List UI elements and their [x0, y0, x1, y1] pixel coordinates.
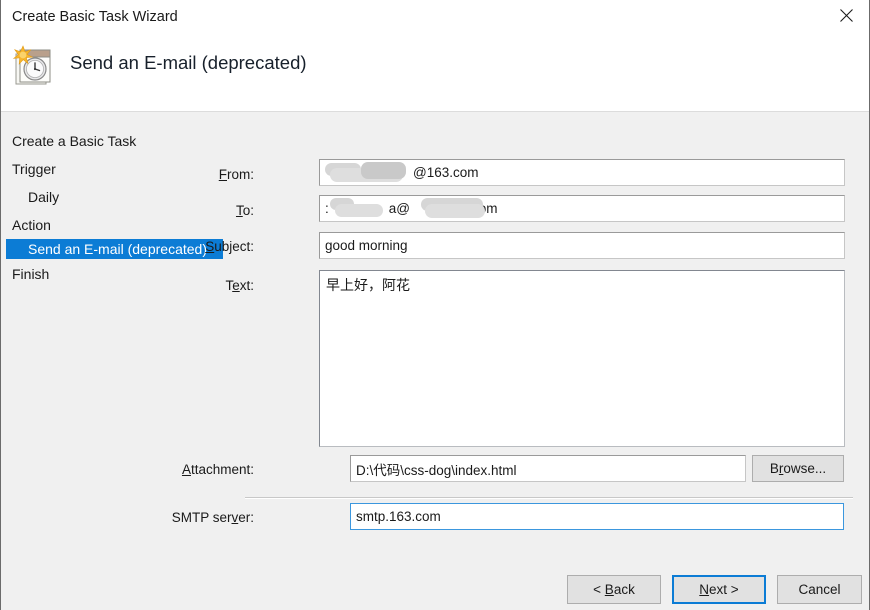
next-button[interactable]: Next >	[672, 575, 766, 604]
to-value-mid: a@	[388, 201, 410, 216]
section-divider	[245, 497, 853, 499]
sidebar-item-finish[interactable]: Finish	[6, 264, 49, 284]
subject-label: Subject:	[205, 239, 254, 254]
sidebar-item-trigger[interactable]: Trigger	[6, 159, 56, 179]
smtp-server-label: SMTP server:	[171, 510, 254, 525]
to-value-end: com	[471, 201, 498, 216]
next-button-label: Next >	[699, 582, 739, 597]
back-button-label: < Back	[593, 582, 635, 597]
create-basic-task-wizard-dialog: Create Basic Task Wizard Send an E-mail …	[0, 0, 870, 610]
task-scheduler-calendar-clock-icon	[10, 42, 58, 90]
title-bar: Create Basic Task Wizard	[1, 0, 869, 36]
sidebar-item-action[interactable]: Action	[6, 215, 51, 235]
back-button[interactable]: < Back	[567, 575, 661, 604]
page-title: Send an E-mail (deprecated)	[70, 52, 307, 73]
cancel-button[interactable]: Cancel	[777, 575, 862, 604]
smtp-server-value: smtp.163.com	[356, 509, 441, 524]
from-label: From:	[218, 167, 254, 182]
attachment-label: Attachment:	[181, 462, 254, 477]
sidebar-item-daily[interactable]: Daily	[6, 187, 59, 207]
sidebar-item-create-a-basic-task[interactable]: Create a Basic Task	[6, 131, 136, 151]
attachment-field[interactable]: D:\代码\css-dog\index.html	[350, 455, 746, 482]
to-label: To:	[235, 203, 254, 218]
from-value: @163.com	[413, 165, 479, 180]
to-field[interactable]: : a@ com	[319, 195, 845, 222]
wizard-header: Send an E-mail (deprecated)	[1, 36, 869, 111]
cancel-button-label: Cancel	[798, 582, 841, 597]
close-icon	[839, 9, 853, 22]
text-label: Text:	[225, 278, 254, 293]
dialog-body: Create a Basic Task Trigger Daily Action…	[1, 111, 869, 610]
subject-value: good morning	[325, 238, 408, 253]
close-button[interactable]	[823, 0, 869, 31]
subject-field[interactable]: good morning	[319, 232, 845, 259]
wizard-steps-sidebar: Create a Basic Task Trigger Daily Action…	[1, 112, 239, 610]
browse-button[interactable]: Browse...	[752, 455, 844, 482]
text-area[interactable]: 早上好，阿花	[319, 270, 845, 447]
browse-button-label: Browse...	[769, 461, 827, 476]
window-title: Create Basic Task Wizard	[12, 9, 178, 25]
smtp-server-field[interactable]: smtp.163.com	[350, 503, 844, 530]
attachment-value: D:\代码\css-dog\index.html	[356, 462, 517, 478]
sidebar-item-send-an-email[interactable]: Send an E-mail (deprecated)	[6, 239, 223, 259]
from-field[interactable]: @163.com	[319, 159, 845, 186]
